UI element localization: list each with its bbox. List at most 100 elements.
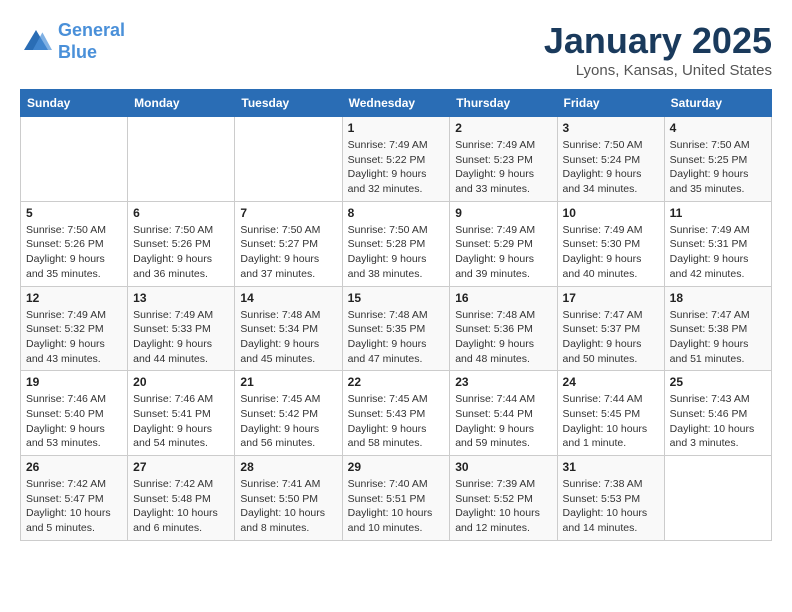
day-info: Sunrise: 7:49 AMSunset: 5:29 PMDaylight:… bbox=[455, 223, 551, 282]
calendar-cell bbox=[664, 456, 771, 541]
calendar-cell: 18 Sunrise: 7:47 AMSunset: 5:38 PMDaylig… bbox=[664, 286, 771, 371]
day-number: 7 bbox=[240, 206, 336, 220]
calendar-cell: 15 Sunrise: 7:48 AMSunset: 5:35 PMDaylig… bbox=[342, 286, 450, 371]
day-info: Sunrise: 7:38 AMSunset: 5:53 PMDaylight:… bbox=[563, 477, 659, 536]
day-number: 23 bbox=[455, 375, 551, 389]
day-number: 3 bbox=[563, 121, 659, 135]
day-number: 17 bbox=[563, 291, 659, 305]
day-number: 11 bbox=[670, 206, 766, 220]
day-info: Sunrise: 7:50 AMSunset: 5:28 PMDaylight:… bbox=[348, 223, 445, 282]
calendar-cell: 22 Sunrise: 7:45 AMSunset: 5:43 PMDaylig… bbox=[342, 371, 450, 456]
calendar-cell: 12 Sunrise: 7:49 AMSunset: 5:32 PMDaylig… bbox=[21, 286, 128, 371]
calendar-cell: 24 Sunrise: 7:44 AMSunset: 5:45 PMDaylig… bbox=[557, 371, 664, 456]
logo-text: General Blue bbox=[58, 20, 125, 63]
week-row-3: 19 Sunrise: 7:46 AMSunset: 5:40 PMDaylig… bbox=[21, 371, 772, 456]
week-row-2: 12 Sunrise: 7:49 AMSunset: 5:32 PMDaylig… bbox=[21, 286, 772, 371]
calendar-table: SundayMondayTuesdayWednesdayThursdayFrid… bbox=[20, 89, 772, 541]
calendar-cell: 29 Sunrise: 7:40 AMSunset: 5:51 PMDaylig… bbox=[342, 456, 450, 541]
day-number: 6 bbox=[133, 206, 229, 220]
header: General Blue January 2025 Lyons, Kansas,… bbox=[20, 20, 772, 79]
day-info: Sunrise: 7:48 AMSunset: 5:34 PMDaylight:… bbox=[240, 308, 336, 367]
calendar-cell: 1 Sunrise: 7:49 AMSunset: 5:22 PMDayligh… bbox=[342, 117, 450, 202]
header-day-saturday: Saturday bbox=[664, 90, 771, 117]
day-info: Sunrise: 7:42 AMSunset: 5:47 PMDaylight:… bbox=[26, 477, 122, 536]
day-number: 14 bbox=[240, 291, 336, 305]
header-day-tuesday: Tuesday bbox=[235, 90, 342, 117]
header-day-friday: Friday bbox=[557, 90, 664, 117]
calendar-cell: 13 Sunrise: 7:49 AMSunset: 5:33 PMDaylig… bbox=[128, 286, 235, 371]
logo: General Blue bbox=[20, 20, 125, 63]
day-number: 5 bbox=[26, 206, 122, 220]
header-day-wednesday: Wednesday bbox=[342, 90, 450, 117]
day-info: Sunrise: 7:48 AMSunset: 5:36 PMDaylight:… bbox=[455, 308, 551, 367]
day-info: Sunrise: 7:46 AMSunset: 5:40 PMDaylight:… bbox=[26, 392, 122, 451]
day-info: Sunrise: 7:50 AMSunset: 5:26 PMDaylight:… bbox=[133, 223, 229, 282]
day-info: Sunrise: 7:50 AMSunset: 5:24 PMDaylight:… bbox=[563, 138, 659, 197]
day-number: 16 bbox=[455, 291, 551, 305]
day-info: Sunrise: 7:49 AMSunset: 5:23 PMDaylight:… bbox=[455, 138, 551, 197]
day-info: Sunrise: 7:40 AMSunset: 5:51 PMDaylight:… bbox=[348, 477, 445, 536]
day-info: Sunrise: 7:41 AMSunset: 5:50 PMDaylight:… bbox=[240, 477, 336, 536]
day-number: 19 bbox=[26, 375, 122, 389]
calendar-cell: 5 Sunrise: 7:50 AMSunset: 5:26 PMDayligh… bbox=[21, 201, 128, 286]
calendar-cell: 4 Sunrise: 7:50 AMSunset: 5:25 PMDayligh… bbox=[664, 117, 771, 202]
calendar-cell: 10 Sunrise: 7:49 AMSunset: 5:30 PMDaylig… bbox=[557, 201, 664, 286]
header-day-monday: Monday bbox=[128, 90, 235, 117]
day-info: Sunrise: 7:49 AMSunset: 5:32 PMDaylight:… bbox=[26, 308, 122, 367]
day-info: Sunrise: 7:48 AMSunset: 5:35 PMDaylight:… bbox=[348, 308, 445, 367]
week-row-0: 1 Sunrise: 7:49 AMSunset: 5:22 PMDayligh… bbox=[21, 117, 772, 202]
day-info: Sunrise: 7:50 AMSunset: 5:25 PMDaylight:… bbox=[670, 138, 766, 197]
calendar-cell: 28 Sunrise: 7:41 AMSunset: 5:50 PMDaylig… bbox=[235, 456, 342, 541]
day-number: 10 bbox=[563, 206, 659, 220]
day-number: 29 bbox=[348, 460, 445, 474]
day-number: 20 bbox=[133, 375, 229, 389]
calendar-cell: 27 Sunrise: 7:42 AMSunset: 5:48 PMDaylig… bbox=[128, 456, 235, 541]
calendar-cell: 7 Sunrise: 7:50 AMSunset: 5:27 PMDayligh… bbox=[235, 201, 342, 286]
day-number: 9 bbox=[455, 206, 551, 220]
calendar-cell: 2 Sunrise: 7:49 AMSunset: 5:23 PMDayligh… bbox=[450, 117, 557, 202]
day-number: 1 bbox=[348, 121, 445, 135]
calendar-cell: 26 Sunrise: 7:42 AMSunset: 5:47 PMDaylig… bbox=[21, 456, 128, 541]
logo-line1: General bbox=[58, 20, 125, 40]
day-number: 31 bbox=[563, 460, 659, 474]
day-number: 13 bbox=[133, 291, 229, 305]
calendar-title: January 2025 bbox=[544, 20, 772, 62]
header-day-thursday: Thursday bbox=[450, 90, 557, 117]
calendar-cell: 8 Sunrise: 7:50 AMSunset: 5:28 PMDayligh… bbox=[342, 201, 450, 286]
calendar-cell: 25 Sunrise: 7:43 AMSunset: 5:46 PMDaylig… bbox=[664, 371, 771, 456]
day-number: 4 bbox=[670, 121, 766, 135]
calendar-cell bbox=[128, 117, 235, 202]
day-info: Sunrise: 7:39 AMSunset: 5:52 PMDaylight:… bbox=[455, 477, 551, 536]
header-row: SundayMondayTuesdayWednesdayThursdayFrid… bbox=[21, 90, 772, 117]
calendar-cell: 23 Sunrise: 7:44 AMSunset: 5:44 PMDaylig… bbox=[450, 371, 557, 456]
day-info: Sunrise: 7:49 AMSunset: 5:33 PMDaylight:… bbox=[133, 308, 229, 367]
calendar-cell bbox=[21, 117, 128, 202]
day-number: 21 bbox=[240, 375, 336, 389]
calendar-subtitle: Lyons, Kansas, United States bbox=[544, 62, 772, 79]
day-info: Sunrise: 7:49 AMSunset: 5:31 PMDaylight:… bbox=[670, 223, 766, 282]
day-number: 2 bbox=[455, 121, 551, 135]
day-number: 22 bbox=[348, 375, 445, 389]
calendar-cell: 31 Sunrise: 7:38 AMSunset: 5:53 PMDaylig… bbox=[557, 456, 664, 541]
day-info: Sunrise: 7:45 AMSunset: 5:42 PMDaylight:… bbox=[240, 392, 336, 451]
day-number: 25 bbox=[670, 375, 766, 389]
calendar-cell: 19 Sunrise: 7:46 AMSunset: 5:40 PMDaylig… bbox=[21, 371, 128, 456]
week-row-4: 26 Sunrise: 7:42 AMSunset: 5:47 PMDaylig… bbox=[21, 456, 772, 541]
calendar-cell: 14 Sunrise: 7:48 AMSunset: 5:34 PMDaylig… bbox=[235, 286, 342, 371]
day-info: Sunrise: 7:44 AMSunset: 5:45 PMDaylight:… bbox=[563, 392, 659, 451]
week-row-1: 5 Sunrise: 7:50 AMSunset: 5:26 PMDayligh… bbox=[21, 201, 772, 286]
day-number: 28 bbox=[240, 460, 336, 474]
day-number: 12 bbox=[26, 291, 122, 305]
calendar-body: 1 Sunrise: 7:49 AMSunset: 5:22 PMDayligh… bbox=[21, 117, 772, 541]
calendar-cell: 21 Sunrise: 7:45 AMSunset: 5:42 PMDaylig… bbox=[235, 371, 342, 456]
day-info: Sunrise: 7:49 AMSunset: 5:22 PMDaylight:… bbox=[348, 138, 445, 197]
calendar-cell: 9 Sunrise: 7:49 AMSunset: 5:29 PMDayligh… bbox=[450, 201, 557, 286]
day-info: Sunrise: 7:43 AMSunset: 5:46 PMDaylight:… bbox=[670, 392, 766, 451]
day-info: Sunrise: 7:50 AMSunset: 5:27 PMDaylight:… bbox=[240, 223, 336, 282]
day-info: Sunrise: 7:42 AMSunset: 5:48 PMDaylight:… bbox=[133, 477, 229, 536]
day-number: 18 bbox=[670, 291, 766, 305]
calendar-header: SundayMondayTuesdayWednesdayThursdayFrid… bbox=[21, 90, 772, 117]
day-info: Sunrise: 7:45 AMSunset: 5:43 PMDaylight:… bbox=[348, 392, 445, 451]
day-info: Sunrise: 7:46 AMSunset: 5:41 PMDaylight:… bbox=[133, 392, 229, 451]
day-info: Sunrise: 7:50 AMSunset: 5:26 PMDaylight:… bbox=[26, 223, 122, 282]
